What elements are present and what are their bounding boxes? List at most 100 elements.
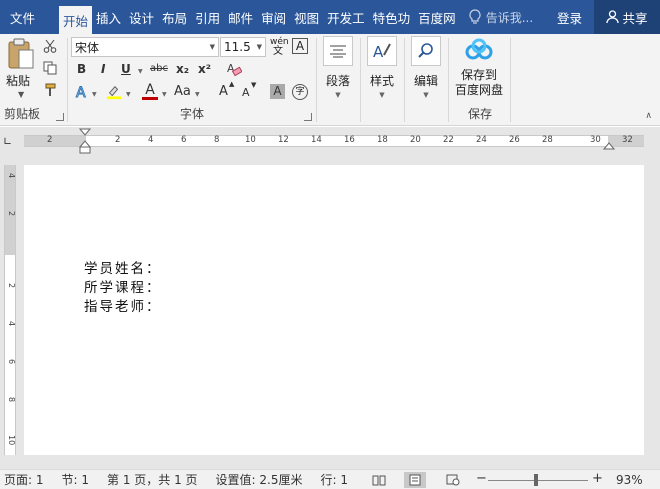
tab-design[interactable]: 设计 [125,0,158,34]
wen-char: 文 [273,46,283,57]
status-page-count[interactable]: 第 1 页，共 1 页 [107,471,198,488]
highlight-dropdown-icon[interactable]: ▼ [126,91,131,98]
enclose-char-button[interactable]: 字 [292,84,308,100]
ruler-number: 6 [181,135,187,145]
tab-developer[interactable]: 开发工 [323,0,369,34]
shrink-arrow-icon: ▼ [251,81,257,89]
tab-mailings[interactable]: 邮件 [224,0,257,34]
login-link[interactable]: 登录 [557,0,582,34]
status-page[interactable]: 页面: 1 [4,471,44,488]
tab-file[interactable]: 文件 [0,0,45,34]
superscript-button[interactable]: x² [198,62,211,76]
lightbulb-icon [469,9,481,24]
horizontal-ruler: ∟ 2 2 4 6 8 10 12 14 16 18 20 22 24 26 2… [0,127,660,155]
print-layout-icon[interactable] [404,472,426,488]
font-size-combo[interactable]: 11.5 ▼ [220,37,266,57]
font-group: 宋体 ▼ 11.5 ▼ wén 文 A B I U ▼ abc x₂ x² A … [68,34,316,126]
font-launcher-icon[interactable] [304,113,312,121]
group-divider [360,38,361,122]
subscript-button[interactable]: x₂ [176,62,189,76]
paste-label: 粘贴 [6,74,31,88]
ruler-number: 16 [344,135,355,145]
paste-dropdown-icon[interactable]: ▼ [18,90,24,99]
pinyin-guide-button[interactable]: wén 文 [270,38,289,57]
font-color-button[interactable]: A [142,82,158,100]
copy-icon[interactable] [42,60,58,76]
char-shading-button[interactable]: A [270,84,285,99]
highlight-icon[interactable] [106,84,122,100]
clipboard-launcher-icon[interactable] [56,113,64,121]
zoom-out-button[interactable]: − [476,471,487,486]
left-margin-area [24,136,86,146]
zoom-slider-thumb[interactable] [534,474,538,486]
chevron-down-icon: ▼ [423,91,429,99]
zoom-in-button[interactable]: + [592,471,603,486]
ruler-number: 2 [7,283,16,289]
group-divider [404,38,405,122]
shrink-font-button[interactable]: A [242,86,250,99]
right-indent-marker-icon[interactable] [603,140,615,150]
styles-button[interactable]: A 样式 ▼ [362,36,402,99]
paragraph-button[interactable]: 段落 ▼ [318,36,358,99]
save-to-baidu-button[interactable]: 保存到 百度网盘 [450,38,508,98]
read-mode-icon[interactable] [368,472,390,488]
bold-button[interactable]: B [77,62,86,76]
font-color-dropdown-icon[interactable]: ▼ [162,91,167,98]
save-to-label-2: 百度网盘 [454,83,503,97]
clear-formatting-icon[interactable]: A [226,61,242,77]
indent-marker-icon[interactable] [79,128,91,154]
ribbon: 粘贴 ▼ 剪贴板 宋体 ▼ 11.5 ▼ wén 文 A B I U ▼ abc… [0,34,660,126]
font-name-combo[interactable]: 宋体 ▼ [71,37,219,57]
doc-line-course[interactable]: 所学课程： [84,276,162,296]
web-layout-icon[interactable] [442,472,464,488]
zoom-slider-track[interactable] [488,480,588,481]
vertical-ruler[interactable]: 4 2 2 4 6 8 10 [4,165,16,455]
tab-insert[interactable]: 插入 [92,0,125,34]
status-section[interactable]: 节: 1 [62,471,90,488]
ruler-bar[interactable]: 2 2 4 6 8 10 12 14 16 18 20 22 24 26 28 … [24,135,644,147]
font-name-value: 宋体 [75,40,100,55]
ruler-number: 4 [7,321,16,327]
chevron-down-icon: ▼ [209,43,215,51]
doc-line-student-name[interactable]: 学员姓名： [84,257,162,277]
change-case-dropdown-icon[interactable]: ▼ [195,91,200,98]
text-effects-dropdown-icon[interactable]: ▼ [92,91,97,98]
doc-line-advisor[interactable]: 指导老师： [84,295,162,315]
tab-home[interactable]: 开始 [59,6,93,34]
underline-dropdown-icon[interactable]: ▼ [138,68,143,75]
tab-baidu[interactable]: 百度网 [414,0,460,34]
tab-references[interactable]: 引用 [191,0,224,34]
cut-icon[interactable] [42,38,58,54]
tab-selector-icon[interactable]: ∟ [3,135,15,148]
format-painter-icon[interactable] [42,82,58,98]
ribbon-tab-bar: 文件 开始 插入 设计 布局 引用 邮件 审阅 视图 开发工 特色功 百度网 告… [0,0,660,34]
zoom-level[interactable]: 93% [616,473,643,487]
tell-me-box[interactable]: 告诉我... [468,0,533,34]
grow-font-button[interactable]: A [219,84,228,99]
chevron-down-icon: ▼ [256,43,262,51]
baidu-cloud-icon [465,38,493,60]
document-page[interactable]: 学员姓名： 所学课程： 指导老师： [24,165,644,455]
paste-button[interactable]: 粘贴 ▼ [4,38,36,100]
tab-review[interactable]: 审阅 [257,0,290,34]
char-border-button[interactable]: A [292,38,308,54]
tab-layout[interactable]: 布局 [158,0,191,34]
paragraph-icon [323,36,353,66]
magnifier-icon [411,36,441,66]
font-size-value: 11.5 [224,40,251,54]
share-button[interactable]: 共享 [594,0,660,34]
editing-button[interactable]: 编辑 ▼ [406,36,446,99]
underline-button[interactable]: U [121,62,131,76]
group-divider [316,38,317,122]
italic-button[interactable]: I [101,62,105,76]
tab-view[interactable]: 视图 [290,0,323,34]
share-label: 共享 [622,10,648,26]
save-group-label: 保存 [467,107,492,121]
status-setting[interactable]: 设置值: 2.5厘米 [216,471,303,488]
change-case-button[interactable]: Aa [174,84,191,99]
tab-special[interactable]: 特色功 [369,0,415,34]
collapse-ribbon-icon[interactable]: ∧ [645,111,652,121]
text-effects-icon[interactable]: A [74,84,90,101]
strikethrough-button[interactable]: abc [150,63,168,74]
status-line[interactable]: 行: 1 [320,471,348,488]
